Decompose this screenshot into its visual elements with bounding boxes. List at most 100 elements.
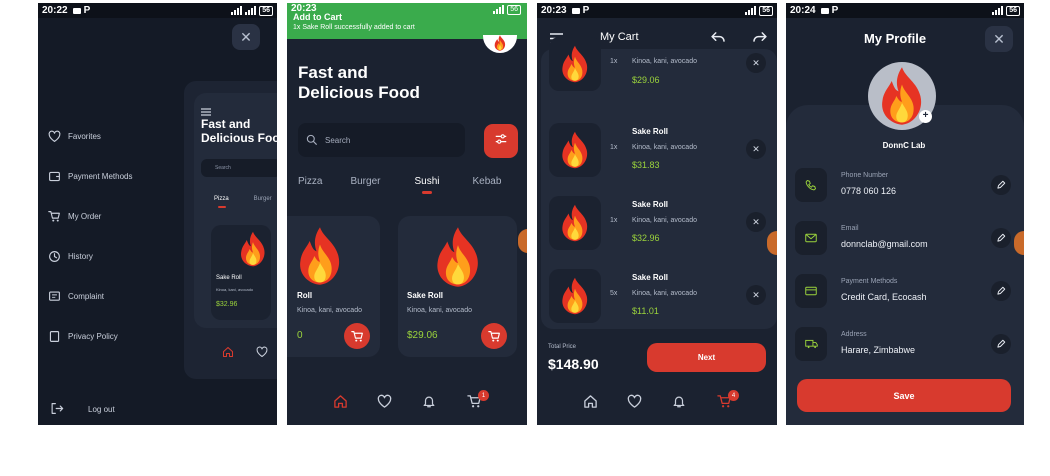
signal-icon: [992, 6, 1004, 15]
remove-item-button[interactable]: ✕: [746, 212, 766, 232]
tab-sushi[interactable]: Sushi: [414, 176, 439, 187]
drawer-item-privacy-policy[interactable]: Privacy Policy: [47, 316, 132, 356]
drawer-item-history[interactable]: History: [47, 236, 132, 276]
tab-burger[interactable]: Burger: [350, 176, 380, 187]
cart-screen: 20:23 P 56 My Cart 1x Kinoa, kani, avoca…: [537, 3, 777, 425]
tab-pizza[interactable]: Pizza: [298, 176, 322, 187]
page-title: Fast and Delicious Food: [298, 63, 420, 102]
bell-icon: [422, 394, 436, 409]
status-bar: 20:22 P 56: [38, 3, 277, 18]
nav-notifications[interactable]: [422, 394, 436, 414]
document-icon: [47, 329, 61, 343]
drawer-item-label: My Order: [68, 211, 102, 221]
nav-notifications[interactable]: [672, 394, 686, 414]
drawer-item-label: History: [68, 251, 93, 261]
save-button[interactable]: Save: [797, 379, 1011, 412]
remove-item-button[interactable]: ✕: [746, 53, 766, 73]
profile-field-phone: Phone Number 0778 060 126: [795, 168, 1015, 208]
status-indicators: 56: [231, 5, 273, 16]
close-icon: ✕: [752, 216, 760, 227]
item-price: $11.01: [632, 306, 659, 316]
drawer-item-label: Payment Methods: [68, 171, 133, 181]
flame-icon: [560, 277, 590, 315]
card-icon: [795, 274, 827, 308]
drawer-item-label: Privacy Policy: [68, 331, 118, 341]
redo-button[interactable]: [752, 30, 767, 48]
toast-title: Add to Cart: [293, 12, 342, 22]
home-icon: [583, 394, 598, 409]
edit-email-button[interactable]: [991, 228, 1011, 248]
add-to-cart-button[interactable]: [481, 323, 507, 349]
search-input[interactable]: Search: [298, 123, 465, 157]
food-price: 0: [297, 330, 303, 341]
search-icon: [306, 134, 317, 147]
preview-tab: Burger: [253, 196, 272, 202]
item-name: Sake Roll: [632, 127, 669, 136]
video-icon: [571, 7, 580, 14]
flame-icon: [434, 226, 482, 288]
add-photo-icon[interactable]: +: [919, 110, 932, 123]
filter-button[interactable]: [484, 124, 518, 158]
drawer-item-payment-methods[interactable]: Payment Methods: [47, 156, 132, 196]
item-name: Sake Roll: [632, 200, 669, 209]
add-to-cart-toast: 20:23 Add to Cart 1x Sake Roll successfu…: [287, 3, 527, 39]
flame-icon: [297, 226, 343, 286]
signal-icon: [493, 5, 505, 14]
history-icon: [47, 249, 61, 263]
field-value: Harare, Zimbabwe: [841, 345, 916, 355]
battery-icon: 56: [1006, 5, 1020, 16]
nav-favorites[interactable]: [377, 394, 392, 414]
video-icon: [820, 7, 829, 14]
close-icon: ✕: [752, 57, 760, 68]
drawer-item-favorites[interactable]: Favorites: [47, 116, 132, 156]
page-title: My Cart: [600, 31, 639, 43]
nav-home[interactable]: [333, 394, 348, 414]
food-card[interactable]: Sake Roll Kinoa, kani, avocado $29.06: [398, 216, 517, 357]
profile-screen: 20:24 P 56 My Profile ✕ + DonnC Lab Phon…: [786, 3, 1024, 425]
item-price: $31.83: [632, 160, 660, 170]
remove-item-button[interactable]: ✕: [746, 285, 766, 305]
edit-address-button[interactable]: [991, 334, 1011, 354]
scroll-handle[interactable]: [767, 231, 777, 255]
parking-icon: P: [831, 5, 839, 16]
add-to-cart-button[interactable]: [344, 323, 370, 349]
bell-icon: [672, 394, 686, 409]
flame-icon: [560, 131, 590, 169]
field-value: donnclab@gmail.com: [841, 239, 928, 249]
edit-payment-button[interactable]: [991, 281, 1011, 301]
preview-tab-indicator: [218, 206, 226, 208]
scroll-handle[interactable]: [518, 229, 527, 253]
drawer-item-complaint[interactable]: Complaint: [47, 276, 132, 316]
edit-phone-button[interactable]: [991, 175, 1011, 195]
drawer-item-my-order[interactable]: My Order: [47, 196, 132, 236]
item-desc: Kinoa, kani, avocado: [632, 58, 697, 65]
flame-icon: [239, 231, 267, 267]
avatar[interactable]: [483, 35, 517, 53]
next-button[interactable]: Next: [647, 343, 766, 372]
cart-icon: [47, 209, 61, 223]
item-desc: Kinoa, kani, avocado: [632, 217, 697, 224]
undo-button[interactable]: [711, 30, 726, 48]
scroll-handle[interactable]: [1014, 231, 1024, 255]
close-button[interactable]: ✕: [985, 26, 1013, 52]
profile-name: DonnC Lab: [882, 141, 926, 150]
home-preview-panel[interactable]: Fast and Delicious Food Search Pizza Bur…: [184, 81, 277, 379]
close-drawer-button[interactable]: ✕: [232, 24, 260, 50]
nav-favorites[interactable]: [627, 394, 642, 414]
item-qty: 5x: [610, 290, 618, 297]
food-card[interactable]: Roll Kinoa, kani, avocado 0: [287, 216, 380, 357]
item-price: $29.06: [632, 75, 660, 85]
profile-field-payment: Payment Methods Credit Card, Ecocash: [795, 274, 1015, 314]
logout-button[interactable]: Log out: [50, 402, 115, 417]
logout-label: Log out: [88, 405, 115, 414]
remove-item-button[interactable]: ✕: [746, 139, 766, 159]
cart-icon: [351, 330, 364, 343]
item-desc: Kinoa, kani, avocado: [632, 290, 697, 297]
close-icon: ✕: [993, 30, 1005, 47]
message-icon: [47, 289, 61, 303]
nav-home[interactable]: [583, 394, 598, 414]
item-thumbnail: [549, 123, 601, 177]
battery-icon: 56: [259, 5, 273, 16]
tab-kebab[interactable]: Kebab: [472, 176, 501, 187]
home-icon: [222, 345, 234, 363]
